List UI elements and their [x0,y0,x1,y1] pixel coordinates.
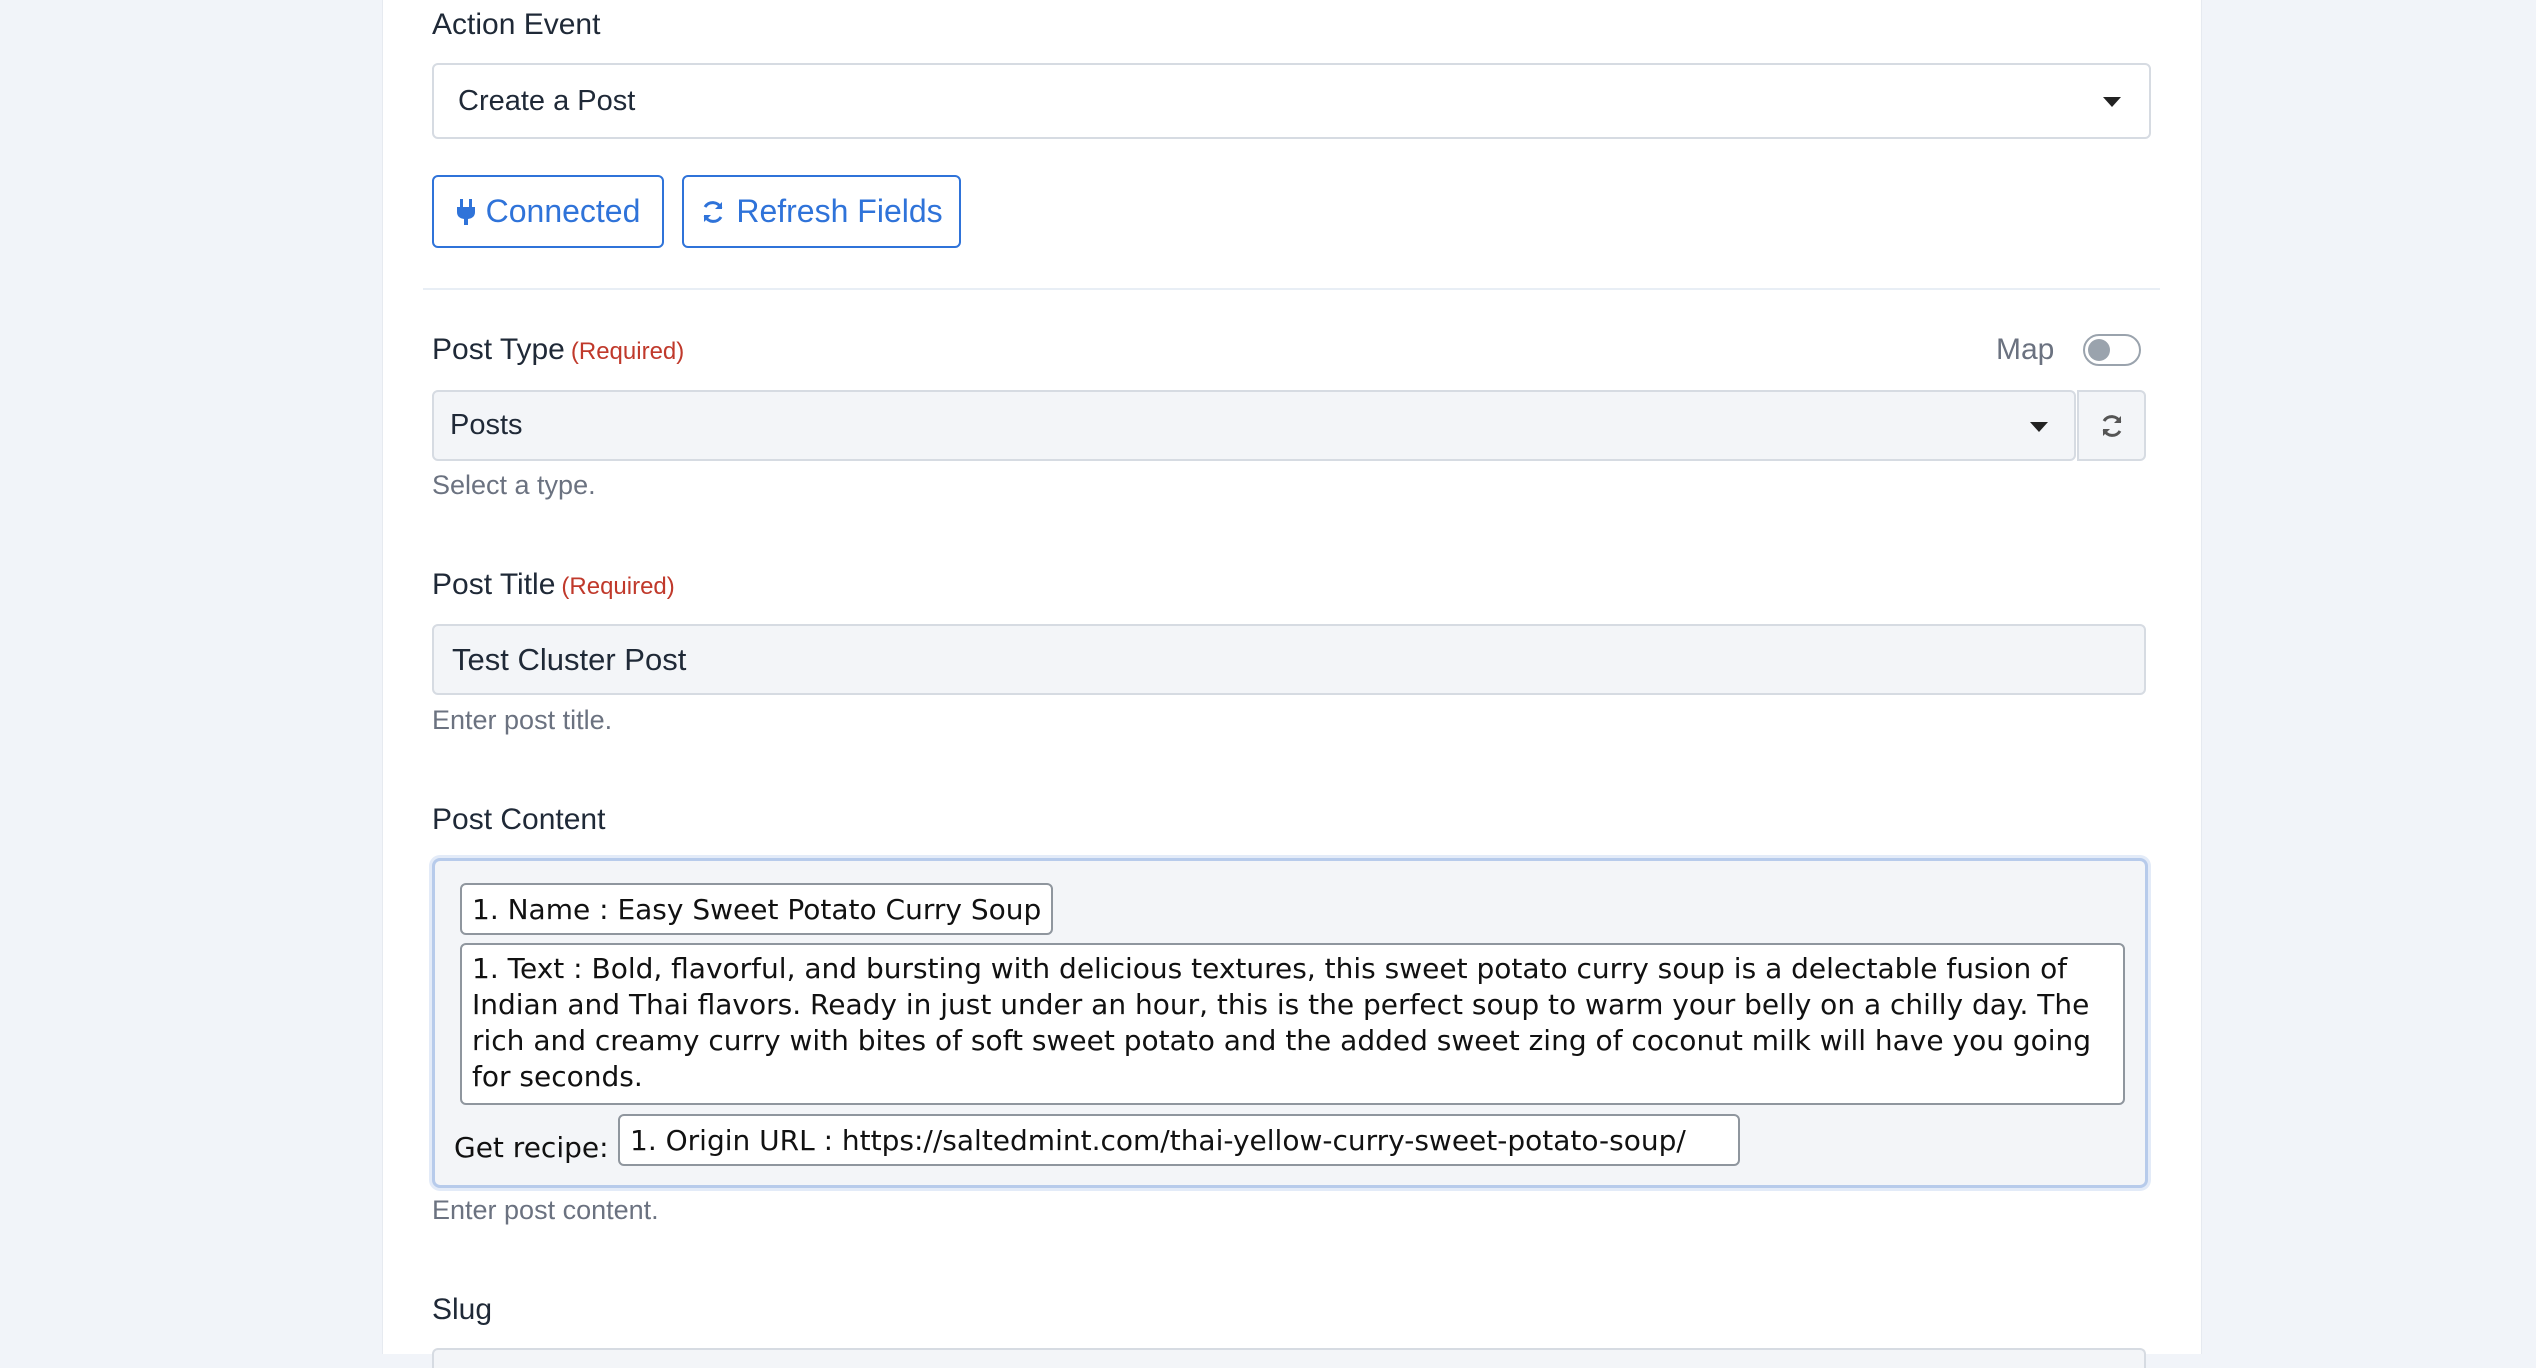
post-type-label: Post Type (Required) [432,333,684,367]
post-content-label: Post Content [432,803,606,836]
post-title-label: Post Title (Required) [432,568,675,602]
section-divider [423,288,2160,290]
refresh-fields-button[interactable]: Refresh Fields [682,175,961,248]
slug-input[interactable] [432,1348,2146,1368]
post-type-refresh-button[interactable] [2077,390,2146,461]
caret-down-icon [2030,422,2048,432]
post-title-label-text: Post Title [432,568,556,601]
refresh-fields-button-label: Refresh Fields [736,193,943,229]
map-toggle[interactable] [2083,334,2141,366]
text-token[interactable]: 1. Text : Bold, flavorful, and bursting … [460,943,2125,1105]
get-recipe-text: Get recipe: [454,1130,609,1164]
caret-down-icon [2103,97,2121,107]
action-event-label: Action Event [432,8,601,41]
refresh-icon [703,200,723,223]
post-type-label-text: Post Type [432,333,565,366]
connected-button[interactable]: Connected [432,175,664,248]
required-marker: (Required) [570,338,685,365]
map-toggle-knob [2088,339,2110,361]
refresh-icon [2102,414,2121,437]
slug-label: Slug [432,1293,493,1326]
plug-icon [456,198,475,225]
action-event-select[interactable]: Create a Post [432,63,2151,139]
form-panel: Action Event Create a Post Connected Ref… [382,0,2202,1368]
post-type-help: Select a type. [432,470,596,500]
post-title-help: Enter post title. [432,705,613,735]
connected-button-label: Connected [485,193,641,229]
required-marker: (Required) [561,573,675,600]
post-title-input[interactable]: Test Cluster Post [432,624,2146,695]
origin-url-token[interactable]: 1. Origin URL : https://saltedmint.com/t… [618,1114,1740,1166]
map-label: Map [1996,333,2055,366]
name-token[interactable]: 1. Name : Easy Sweet Potato Curry Soup [460,883,1054,935]
post-content-help: Enter post content. [432,1195,659,1225]
post-type-value: Posts [450,409,523,441]
post-type-select[interactable]: Posts [432,390,2076,461]
post-content-editor[interactable]: 1. Name : Easy Sweet Potato Curry Soup 1… [432,858,2148,1188]
action-event-value: Create a Post [458,84,636,117]
